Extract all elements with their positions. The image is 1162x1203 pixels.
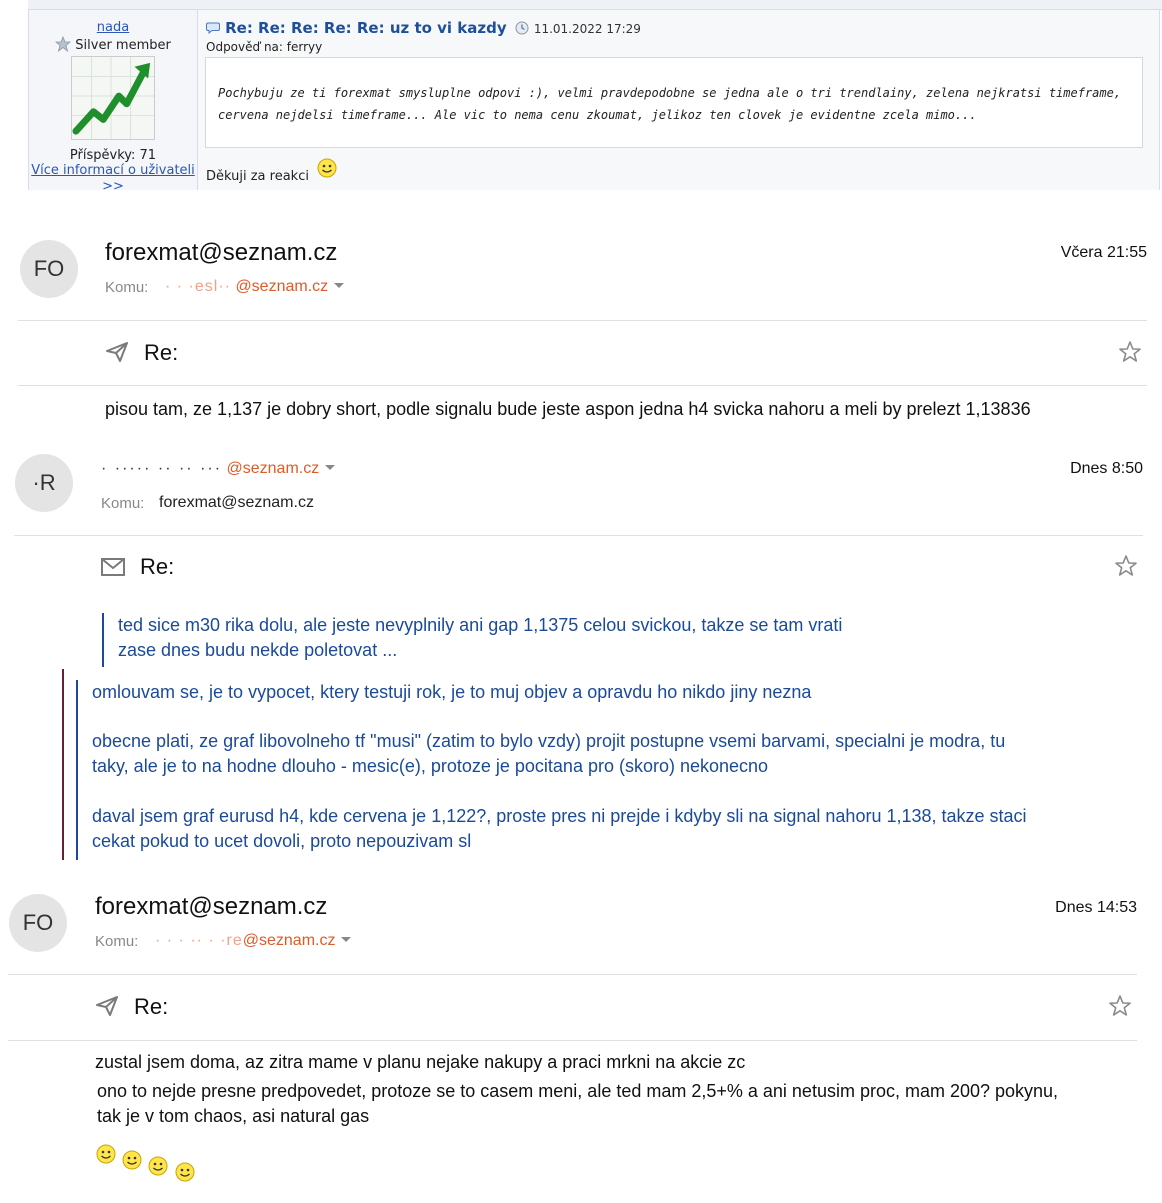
sender-domain: @seznam.cz bbox=[226, 460, 320, 477]
rank-label: Silver member bbox=[75, 38, 171, 53]
to-label: Komu: bbox=[105, 279, 149, 296]
message-body-line-2: ono to nejde presne predpovedet, protoze… bbox=[97, 1081, 1059, 1126]
subject: Re: bbox=[144, 340, 179, 365]
header-divider bbox=[14, 535, 1143, 536]
favorite-star-icon[interactable] bbox=[1108, 994, 1132, 1018]
post-title[interactable]: Re: Re: Re: Re: Re: uz to vi kazdy bbox=[225, 19, 507, 37]
message-time: Včera 21:55 bbox=[1060, 244, 1147, 261]
to-label: Komu: bbox=[101, 495, 145, 512]
recipient-domain: @seznam.cz bbox=[235, 278, 329, 295]
smiley-icon bbox=[175, 1162, 195, 1182]
smiley-icon bbox=[122, 1150, 142, 1170]
thanks-line: Děkuji za reakci bbox=[206, 158, 337, 184]
smiley-icon bbox=[148, 1156, 168, 1176]
message-body: pisou tam, ze 1,137 je dobry short, podl… bbox=[105, 399, 1031, 419]
user-panel: nada Silver member Příspěvky: 71 Více in… bbox=[28, 10, 198, 190]
sender-avatar: FO bbox=[9, 894, 67, 952]
send-icon bbox=[106, 342, 128, 362]
message-time: Dnes 14:53 bbox=[1055, 899, 1137, 916]
sender-avatar: FO bbox=[20, 240, 78, 298]
recipient-address[interactable]: · · · ·· · ·re@seznam.cz bbox=[155, 932, 352, 950]
sender-address[interactable]: forexmat@seznam.cz bbox=[95, 893, 327, 921]
message-time: Dnes 8:50 bbox=[1070, 460, 1143, 477]
post-header: Re: Re: Re: Re: Re: uz to vi kazdy 11.01… bbox=[206, 18, 641, 37]
chevron-down-icon[interactable] bbox=[325, 465, 336, 470]
to-label: Komu: bbox=[95, 933, 139, 950]
email-message-1: FO forexmat@seznam.cz Včera 21:55 Komu: … bbox=[0, 200, 1162, 430]
user-rank: Silver member bbox=[29, 36, 197, 53]
send-icon bbox=[96, 996, 118, 1016]
post-count: Příspěvky: 71 bbox=[69, 148, 157, 163]
sender-avatar: ·R bbox=[15, 454, 73, 512]
quoted-text-inner: ted sice m30 rika dolu, ale jeste nevypl… bbox=[118, 615, 843, 660]
forum-post: nada Silver member Příspěvky: 71 Více in… bbox=[0, 0, 1162, 190]
envelope-icon bbox=[101, 558, 125, 576]
forum-top-border bbox=[28, 0, 1162, 10]
message-body-line-1: zustal jsem doma, az zitra mame v planu … bbox=[95, 1052, 746, 1072]
quote-bar-outer bbox=[62, 669, 64, 860]
star-icon bbox=[55, 36, 72, 52]
email-message-3: FO forexmat@seznam.cz Dnes 14:53 Komu: ·… bbox=[0, 870, 1162, 1203]
smiley-icon bbox=[96, 1144, 116, 1164]
clock-icon bbox=[515, 21, 529, 35]
recipient-redacted: · · · ·· · ·re bbox=[155, 932, 243, 949]
subject: Re: bbox=[140, 554, 175, 579]
post-panel: Re: Re: Re: Re: Re: uz to vi kazdy 11.01… bbox=[198, 10, 1160, 190]
more-info-link[interactable]: Více informací o uživateli >> bbox=[29, 163, 197, 190]
chevron-down-icon[interactable] bbox=[341, 937, 352, 942]
favorite-star-icon[interactable] bbox=[1118, 340, 1142, 364]
subject-divider bbox=[8, 1040, 1137, 1041]
subject: Re: bbox=[134, 994, 169, 1019]
sender-redacted: · ····· ·· ·· ··· bbox=[101, 460, 223, 477]
quote-bar-middle bbox=[76, 680, 78, 860]
email-message-2: ·R · ····· ·· ·· ··· @seznam.cz Dnes 8:5… bbox=[0, 440, 1162, 860]
sender-address[interactable]: · ····· ·· ·· ··· @seznam.cz bbox=[101, 460, 336, 478]
speech-bubble-icon bbox=[206, 22, 220, 34]
recipient-address[interactable]: · · ·esl·· @seznam.cz bbox=[165, 278, 345, 296]
recipient-redacted: · · ·esl·· bbox=[165, 278, 231, 295]
post-quote: Pochybuju ze ti forexmat smysluplne odpo… bbox=[205, 57, 1143, 148]
smiley-row bbox=[96, 1144, 216, 1184]
thanks-text: Děkuji za reakci bbox=[206, 169, 309, 184]
post-date: 11.01.2022 17:29 bbox=[533, 22, 641, 36]
favorite-star-icon[interactable] bbox=[1114, 554, 1138, 578]
subject-divider bbox=[18, 385, 1147, 386]
chevron-down-icon[interactable] bbox=[334, 283, 345, 288]
sender-address[interactable]: forexmat@seznam.cz bbox=[105, 239, 337, 267]
recipient-address[interactable]: forexmat@seznam.cz bbox=[159, 494, 314, 512]
quote-bar-inner bbox=[102, 613, 104, 667]
recipient-domain: @seznam.cz bbox=[242, 932, 336, 949]
reply-to: Odpověď na: ferryy bbox=[206, 40, 323, 54]
header-divider bbox=[18, 320, 1147, 321]
username-link[interactable]: nada bbox=[29, 20, 197, 35]
smiley-icon bbox=[317, 158, 337, 178]
header-divider bbox=[8, 974, 1137, 975]
quoted-paragraph-1: omlouvam se, je to vypocet, ktery testuj… bbox=[92, 682, 812, 702]
avatar-chart-icon bbox=[71, 56, 155, 140]
quoted-paragraph-2: obecne plati, ze graf libovolneho tf "mu… bbox=[92, 731, 1006, 776]
quoted-paragraph-3: daval jsem graf eurusd h4, kde cervena j… bbox=[92, 806, 1027, 851]
